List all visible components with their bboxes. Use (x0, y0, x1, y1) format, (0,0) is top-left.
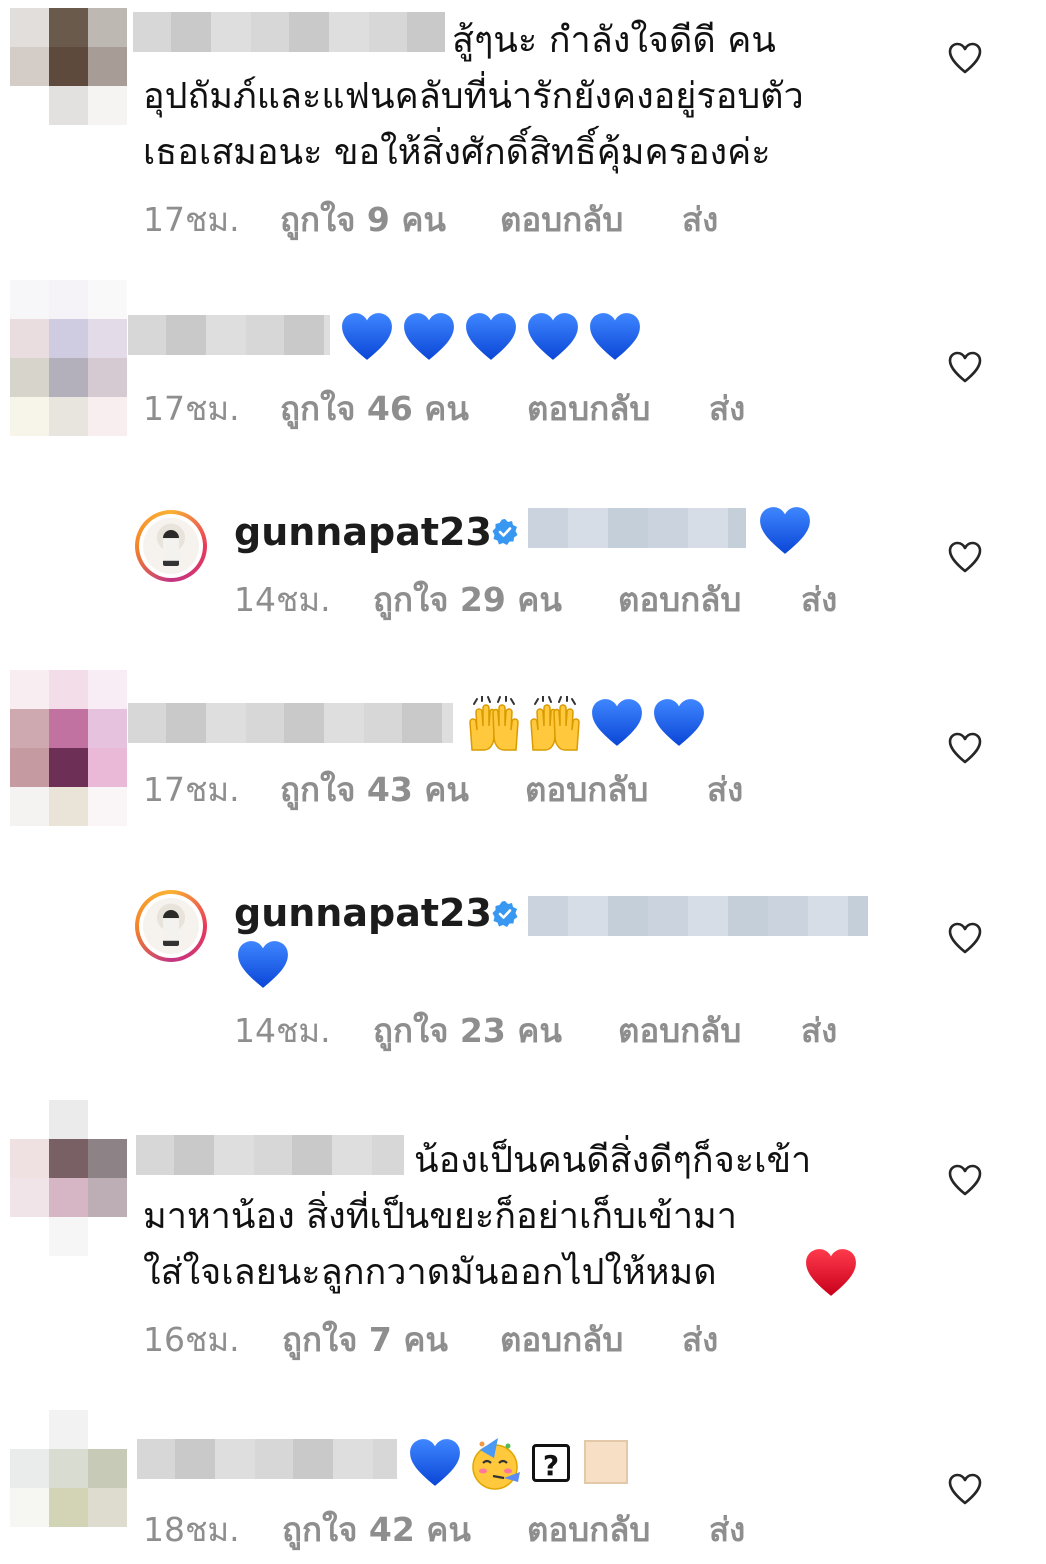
like-heart-icon[interactable] (947, 350, 983, 384)
likes-count[interactable]: ถูกใจ 29 คน (373, 578, 562, 622)
send-button[interactable]: ส่ง (707, 768, 743, 812)
likes-count[interactable]: ถูกใจ 7 คน (282, 1318, 448, 1362)
raising-hands-icon (466, 696, 522, 752)
timestamp: 14ชม. (234, 1011, 331, 1050)
send-button[interactable]: ส่ง (801, 1009, 837, 1053)
comment-text-line-3: เธอเสมอนะ ขอให้สิ่งศักดิ์สิทธิ์คุ้มครองค… (143, 132, 771, 173)
blue-heart-icon (652, 698, 706, 748)
avatar[interactable] (10, 1100, 127, 1217)
reply-button[interactable]: ตอบกลับ (618, 578, 741, 622)
avatar[interactable] (10, 8, 127, 125)
reply-button[interactable]: ตอบกลับ (527, 1508, 650, 1552)
avatar[interactable] (10, 670, 127, 787)
blue-heart-icon (526, 312, 580, 362)
comment-text-line-1: สู้ๆนะ กำลังใจดีดี คน (452, 20, 776, 61)
reply-button[interactable]: ตอบกลับ (527, 387, 650, 431)
timestamp: 16ชม. (143, 1320, 240, 1359)
red-heart-icon (804, 1248, 858, 1298)
like-heart-icon[interactable] (947, 731, 983, 765)
avatar[interactable] (135, 890, 207, 962)
comment-2: 17ชม. ถูกใจ 46 คน ตอบกลับ ส่ง (0, 280, 1046, 450)
avatar-lower (10, 397, 127, 436)
comment-6: น้องเป็นคนดีสิ่งดีๆก็จะเข้า มาหาน้อง สิ่… (0, 1100, 1046, 1380)
reply-button[interactable]: ตอบกลับ (618, 1009, 741, 1053)
send-button[interactable]: ส่ง (682, 1318, 718, 1362)
comment-text-blurred (528, 896, 868, 936)
blue-heart-icon (402, 312, 456, 362)
reply-button[interactable]: ตอบกลับ (500, 198, 623, 242)
timestamp: 17ชม. (143, 389, 240, 428)
blue-heart-icon (236, 940, 290, 990)
timestamp: 14ชม. (234, 580, 331, 619)
likes-count[interactable]: ถูกใจ 23 คน (373, 1009, 562, 1053)
like-heart-icon[interactable] (947, 1163, 983, 1197)
comment-3-reply: gunnapat23 14ชม. ถูกใจ 29 คน ตอบกลับ ส่ง (0, 500, 1046, 640)
blue-heart-icon (758, 506, 812, 556)
comment-5-reply: gunnapat23 14ชม. ถูกใจ 23 คน ตอบกลับ ส่ง (0, 880, 1046, 1070)
like-heart-icon[interactable] (947, 921, 983, 955)
comment-text-line-1: น้องเป็นคนดีสิ่งดีๆก็จะเข้า (414, 1140, 812, 1181)
send-button[interactable]: ส่ง (709, 387, 745, 431)
partying-face-icon (468, 1436, 524, 1492)
unknown-glyph-icon: ? (532, 1444, 570, 1482)
comment-text-line-2: อุปถัมภ์และแฟนคลับที่น่ารักยังคงอยู่รอบต… (143, 76, 804, 117)
username-blurred[interactable] (133, 12, 445, 52)
avatar-lower (10, 787, 127, 826)
raising-hands-icon (527, 696, 583, 752)
timestamp: 18ชม. (143, 1510, 240, 1549)
avatar[interactable] (10, 280, 127, 397)
blue-heart-icon (340, 312, 394, 362)
avatar[interactable] (135, 510, 207, 582)
like-heart-icon[interactable] (947, 41, 983, 75)
comment-4: 17ชม. ถูกใจ 43 คน ตอบกลับ ส่ง (0, 670, 1046, 830)
username-blurred[interactable] (136, 1135, 404, 1175)
comment-text-line-3: ใส่ใจเลยนะลูกกวาดมันออกไปให้หมด (143, 1252, 717, 1293)
comment-1: สู้ๆนะ กำลังใจดีดี คน อุปถัมภ์และแฟนคลับ… (0, 0, 1046, 260)
avatar[interactable] (10, 1410, 127, 1527)
likes-count[interactable]: ถูกใจ 43 คน (280, 768, 469, 812)
avatar-lower (10, 1217, 127, 1256)
blue-heart-icon (408, 1438, 462, 1488)
verified-badge-icon (492, 901, 518, 927)
likes-count[interactable]: ถูกใจ 42 คน (282, 1508, 471, 1552)
send-button[interactable]: ส่ง (709, 1508, 745, 1552)
skin-tone-box-icon (584, 1440, 628, 1484)
reply-button[interactable]: ตอบกลับ (500, 1318, 623, 1362)
send-button[interactable]: ส่ง (682, 198, 718, 242)
comment-7: ? 18ชม. ถูกใจ 42 คน ตอบกลับ ส่ง (0, 1410, 1046, 1564)
timestamp: 17ชม. (143, 770, 240, 809)
reply-button[interactable]: ตอบกลับ (525, 768, 648, 812)
username[interactable]: gunnapat23 (234, 889, 492, 937)
username-blurred[interactable] (137, 1439, 397, 1479)
blue-heart-icon (590, 698, 644, 748)
comment-text-line-2: มาหาน้อง สิ่งที่เป็นขยะก็อย่าเก็บเข้ามา (143, 1196, 737, 1237)
blue-heart-icon (588, 312, 642, 362)
like-heart-icon[interactable] (947, 540, 983, 574)
verified-badge-icon (492, 519, 518, 545)
username-blurred[interactable] (128, 703, 453, 743)
like-heart-icon[interactable] (947, 1472, 983, 1506)
likes-count[interactable]: ถูกใจ 46 คน (280, 387, 469, 431)
timestamp: 17ชม. (143, 200, 240, 239)
send-button[interactable]: ส่ง (801, 578, 837, 622)
username[interactable]: gunnapat23 (234, 508, 492, 556)
comment-text-blurred (528, 508, 746, 548)
blue-heart-icon (464, 312, 518, 362)
username-blurred[interactable] (128, 315, 330, 355)
likes-count[interactable]: ถูกใจ 9 คน (280, 198, 446, 242)
